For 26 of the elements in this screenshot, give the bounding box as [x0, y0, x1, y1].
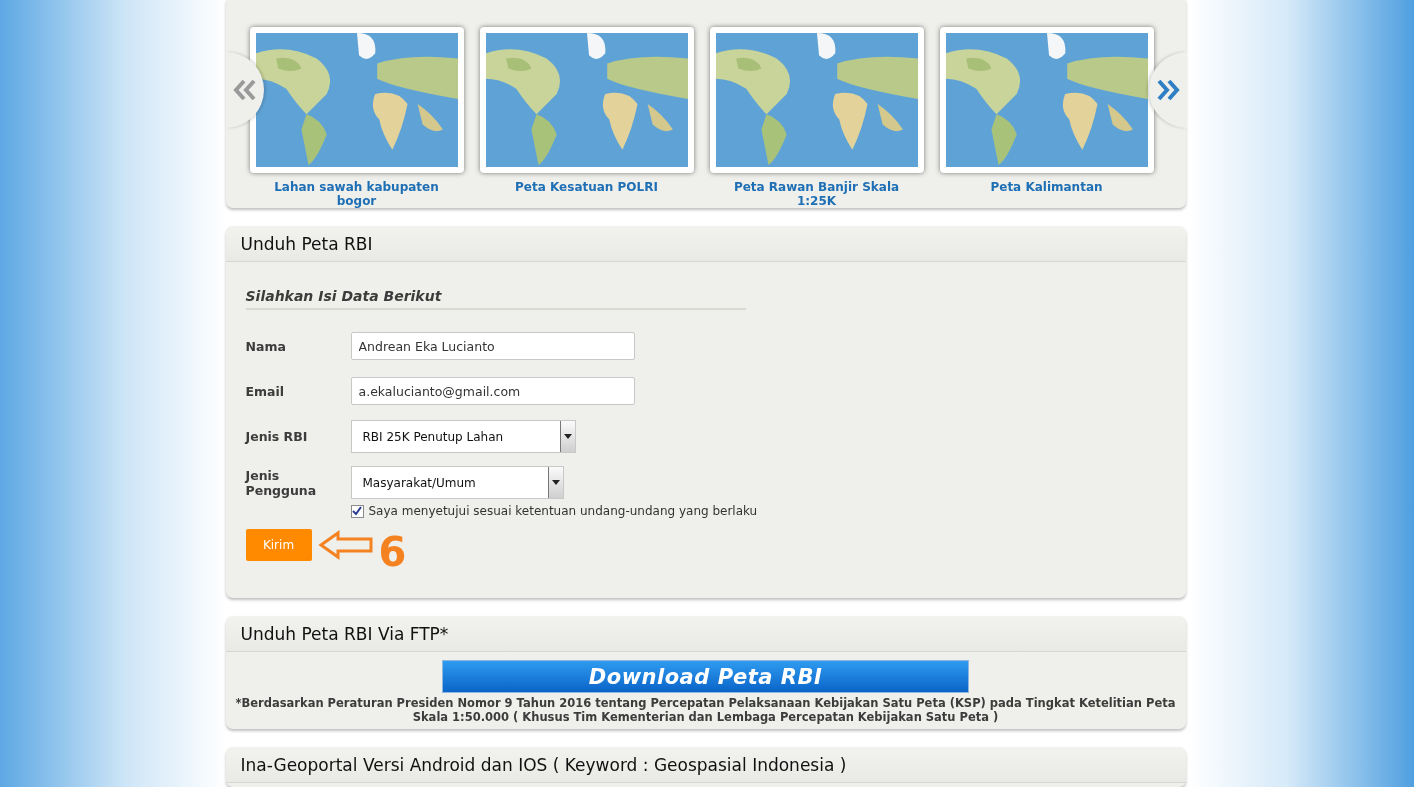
caret-icon: [563, 434, 572, 439]
dropdown[interactable]: Masyarakat/Umum: [350, 466, 564, 499]
submit-button[interactable]: Kirim: [245, 529, 312, 561]
field-label: Jenis Pengguna: [245, 467, 318, 498]
panel-title: Unduh Peta RBI Via FTP*: [225, 616, 1186, 652]
caret-icon: [551, 480, 560, 485]
panel-title: Ina-Geoportal Versi Android dan IOS ( Keyword : Geospasial Indonesia ): [225, 747, 1186, 783]
form-subtitle: Silahkan Isi Data Berikut: [245, 288, 746, 310]
step-number: 6: [378, 532, 407, 572]
map-title-link[interactable]: Peta Rawan Banjir Skala 1:25K: [726, 180, 907, 208]
field-label: Email: [245, 383, 286, 399]
dropdown[interactable]: RBI 25K Penutup Lahan: [350, 420, 576, 453]
double-chevron-left-icon: [231, 79, 258, 101]
checkbox[interactable]: [350, 504, 364, 518]
footnote: *Berdasarkan Peraturan Presiden Nomor 9 Tahun 2016 tentang Percepatan Pelaksanaan Kebijakan Satu Peta (KSP) pada Tingkat Ketelitian Peta Skala 1:50.000 ( Khusus Tim Kementerian dan Lembaga Percepatan Kebijakan Satu Peta ): [235, 696, 1176, 724]
map-title-link[interactable]: Peta Kesatuan POLRI: [496, 180, 677, 194]
map-title-link[interactable]: Peta Kalimantan: [956, 180, 1137, 194]
map-title-link[interactable]: Lahan sawah kabupaten bogor: [266, 180, 447, 208]
field-label: Nama: [245, 338, 287, 354]
text-field[interactable]: a.ekalucianto@gmail.com: [350, 377, 635, 405]
text-field[interactable]: Andrean Eka Lucianto: [350, 332, 635, 360]
field-label: Jenis RBI: [245, 429, 309, 444]
download-button[interactable]: Download Peta RBI: [442, 660, 969, 693]
arrow-left-icon: [317, 530, 374, 560]
panel-title: Unduh Peta RBI: [225, 226, 1186, 262]
agreement-label: Saya menyetujui sesuai ketentuan undang-undang yang berlaku: [368, 504, 758, 518]
